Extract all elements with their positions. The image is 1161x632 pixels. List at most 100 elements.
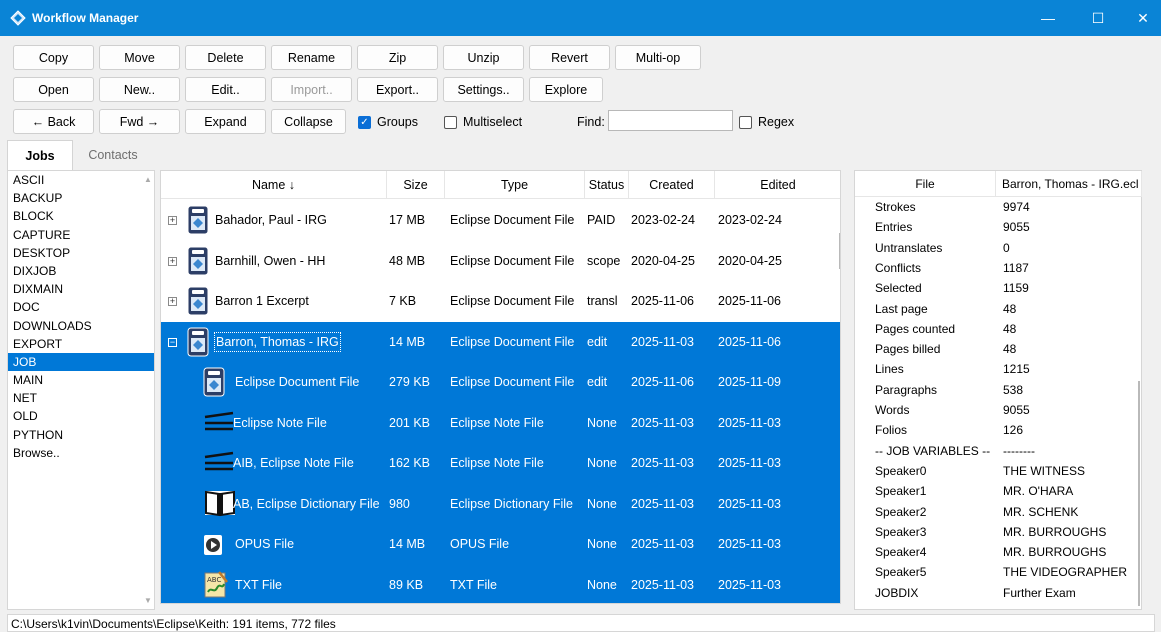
folder-item[interactable]: MAIN	[8, 371, 154, 389]
job-row[interactable]: + Bahador, Paul - IRG 17 MB Eclipse Documen…	[161, 200, 840, 241]
expand-toggle-icon[interactable]: +	[168, 297, 177, 306]
forward-button[interactable]: Fwd →	[99, 109, 180, 134]
property-row: Entries 9055	[855, 217, 1143, 237]
multiselect-checkbox[interactable]: Multiselect	[444, 112, 522, 132]
back-button[interactable]: ← Back	[13, 109, 94, 134]
revert-button[interactable]: Revert	[529, 45, 610, 70]
find-input[interactable]	[608, 110, 733, 131]
property-key: Speaker4	[875, 545, 927, 560]
child-file-row[interactable]: OPUS File 14 MB OPUS File None 2025-11-03 202…	[161, 524, 840, 565]
scroll-up-icon[interactable]: ▲	[144, 175, 152, 184]
property-row: Conflicts 1187	[855, 258, 1143, 278]
export-button[interactable]: Export..	[357, 77, 438, 102]
folder-item[interactable]: OLD	[8, 407, 154, 425]
open-button[interactable]: Open	[13, 77, 94, 102]
folder-item[interactable]: BACKUP	[8, 189, 154, 207]
cell-created: 2025-11-03	[631, 577, 695, 592]
cell-size: 48 MB	[389, 253, 426, 268]
cell-created: 2025-11-03	[631, 537, 695, 551]
collapse-toggle-icon[interactable]: −	[168, 337, 177, 347]
column-header-edited[interactable]: Edited	[715, 171, 840, 199]
cell-created: 2025-11-03	[631, 415, 695, 430]
cell-status: PAID	[587, 213, 616, 227]
regex-checkbox[interactable]: Regex	[739, 112, 794, 132]
job-row[interactable]: + Barnhill, Owen - HH 48 MB Eclipse Documen…	[161, 241, 840, 282]
property-row: Pages billed 48	[855, 339, 1143, 359]
job-row[interactable]: + Barron 1 Excerpt 7 KB Eclipse Document Fi…	[161, 281, 840, 322]
close-button[interactable]: ✕	[1120, 0, 1161, 36]
child-file-row[interactable]: ABC TXT File 89 KB TXT File None 2025-11-03 20…	[161, 564, 840, 603]
folder-item[interactable]: CAPTURE	[8, 226, 154, 244]
unzip-button[interactable]: Unzip	[443, 45, 524, 70]
cell-type: Eclipse Document File	[450, 213, 575, 227]
properties-scrollbar-thumb[interactable]	[1138, 381, 1140, 606]
copy-button[interactable]: Copy	[13, 45, 94, 70]
child-file-row[interactable]: Eclipse Document File 279 KB Eclipse Docum…	[161, 362, 840, 403]
text-file-icon: ABC	[203, 570, 229, 601]
column-header-name[interactable]: Name ↓	[161, 171, 387, 199]
checkbox-empty-icon	[444, 115, 457, 129]
cell-status: None	[587, 577, 617, 592]
child-file-row[interactable]: AB, Eclipse Dictionary File 980 Eclipse Di…	[161, 483, 840, 525]
folder-scrollbar[interactable]: ▲ ▼	[142, 171, 154, 609]
expand-button[interactable]: Expand	[185, 109, 266, 134]
cell-created: 2025-11-06	[631, 375, 695, 389]
folder-item[interactable]: PYTHON	[8, 426, 154, 444]
tab-jobs[interactable]: Jobs	[7, 140, 73, 170]
property-key: Selected	[875, 281, 922, 296]
collapse-button[interactable]: Collapse	[271, 109, 346, 134]
maximize-button[interactable]: ☐	[1075, 0, 1121, 36]
cell-status: None	[587, 456, 617, 470]
property-key: Speaker0	[875, 463, 927, 478]
folder-item[interactable]: ASCII	[8, 171, 154, 189]
settings-button[interactable]: Settings..	[443, 77, 524, 102]
edit-button[interactable]: Edit..	[185, 77, 266, 102]
expand-toggle-icon[interactable]: +	[168, 256, 177, 266]
property-value: 538	[1003, 382, 1024, 397]
folder-item[interactable]: DIXMAIN	[8, 280, 154, 298]
move-button[interactable]: Move	[99, 45, 180, 70]
minimize-button[interactable]: —	[1025, 0, 1071, 36]
folder-item[interactable]: DESKTOP	[8, 244, 154, 262]
child-file-row[interactable]: AIB, Eclipse Note File 162 KB Eclipse Note…	[161, 443, 840, 484]
cell-status: None	[587, 537, 617, 551]
cell-name: OPUS File	[235, 537, 295, 551]
folder-item[interactable]: EXPORT	[8, 335, 154, 353]
delete-button[interactable]: Delete	[185, 45, 266, 70]
cell-created: 2025-11-06	[631, 294, 695, 308]
explore-button[interactable]: Explore	[529, 77, 603, 102]
property-row: Speaker0 THE WITNESS	[855, 461, 1143, 481]
folder-item[interactable]: BLOCK	[8, 207, 154, 225]
column-header-type[interactable]: Type	[445, 171, 585, 199]
expand-toggle-icon[interactable]: +	[168, 216, 177, 225]
folder-item-selected[interactable]: JOB	[8, 352, 154, 372]
multi-op-button[interactable]: Multi-op	[615, 45, 701, 70]
property-key: Speaker2	[875, 504, 927, 519]
tab-contacts[interactable]: Contacts	[75, 140, 151, 170]
rename-button[interactable]: Rename	[271, 45, 352, 70]
property-key: Speaker1	[875, 484, 927, 499]
grid-scrollbar-thumb[interactable]	[839, 233, 840, 269]
zip-button[interactable]: Zip	[357, 45, 438, 70]
scroll-down-icon[interactable]: ▼	[144, 596, 152, 605]
job-row[interactable]: − Barron, Thomas - IRG 14 MB Eclipse Docume…	[161, 321, 840, 363]
cell-edited: 2020-04-25	[718, 253, 782, 268]
folder-item[interactable]: DOWNLOADS	[8, 317, 154, 335]
cell-status: None	[587, 415, 617, 430]
new-button[interactable]: New..	[99, 77, 180, 102]
eclipse-document-icon	[187, 246, 209, 279]
properties-panel: File Barron, Thomas - IRG.ecl Strokes 997…	[854, 170, 1142, 610]
property-row: Words 9055	[855, 400, 1143, 420]
column-header-created[interactable]: Created	[629, 171, 715, 199]
folder-item[interactable]: DOC	[8, 298, 154, 316]
import-button[interactable]: Import..	[271, 77, 352, 102]
column-header-size[interactable]: Size	[387, 171, 445, 199]
column-header-status[interactable]: Status	[585, 171, 629, 199]
folder-item[interactable]: NET	[8, 389, 154, 407]
cell-edited: 2025-11-03	[718, 496, 782, 511]
child-file-row[interactable]: Eclipse Note File 201 KB Eclipse Note File…	[161, 402, 840, 444]
groups-checkbox[interactable]: ✓ Groups	[358, 112, 418, 132]
folder-item[interactable]: DIXJOB	[8, 262, 154, 280]
browse-item[interactable]: Browse..	[8, 444, 154, 462]
cell-name: Barron, Thomas - IRG	[214, 331, 341, 352]
